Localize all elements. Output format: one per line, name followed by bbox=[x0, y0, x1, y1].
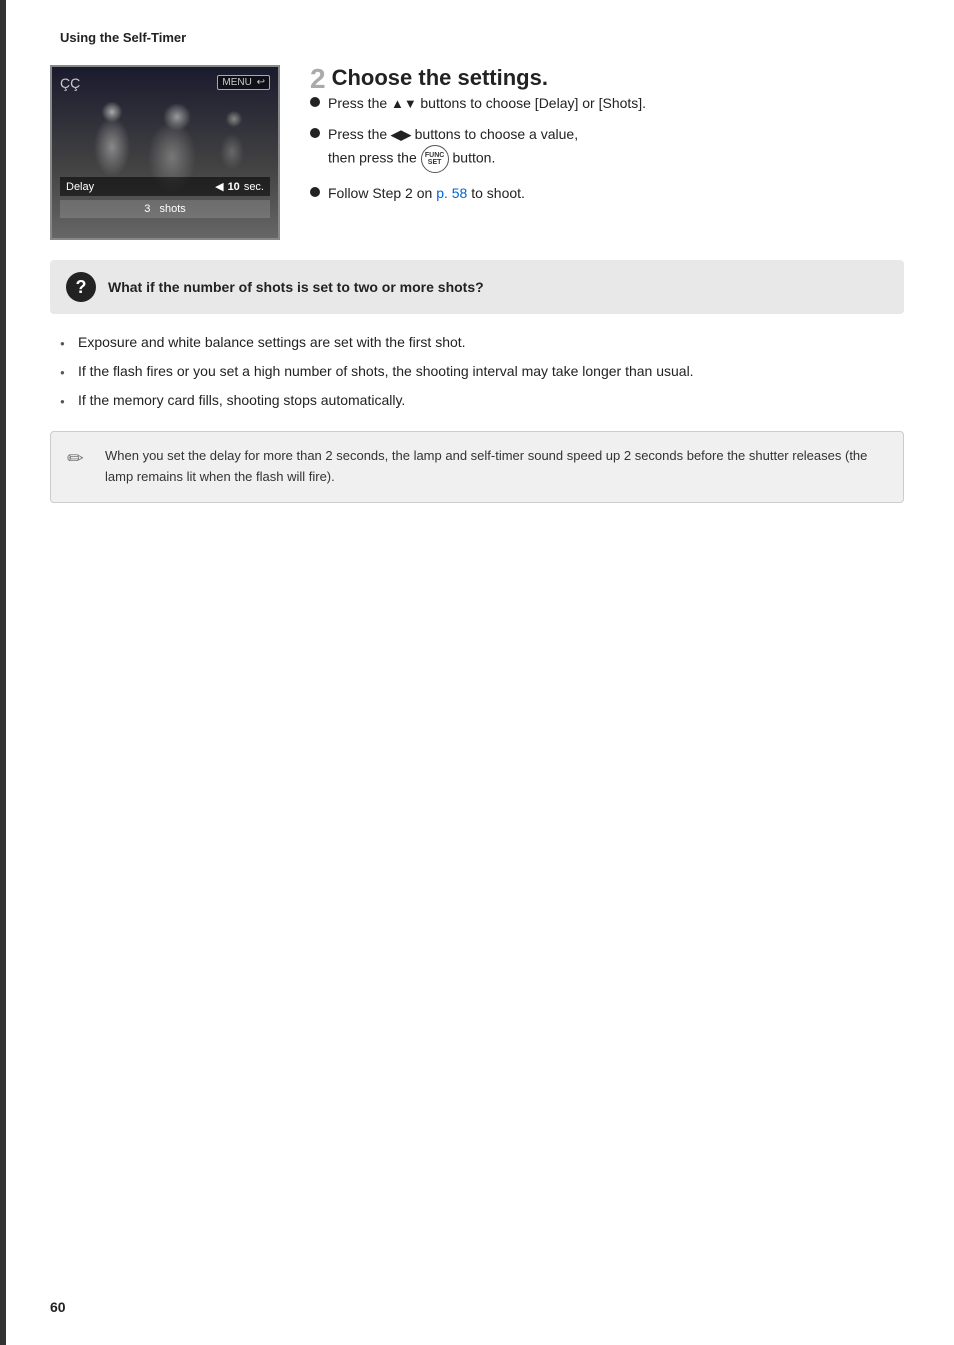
bullet1-text: Press the ▲▼ buttons to choose [Delay] o… bbox=[328, 93, 646, 114]
step-number: 2 bbox=[310, 65, 326, 93]
bullet-dot bbox=[310, 97, 320, 107]
note-box: ✏ When you set the delay for more than 2… bbox=[50, 431, 904, 503]
camera-delay-row: Delay ◀ 10 sec. bbox=[60, 177, 270, 196]
updown-arrow-icon: ▲▼ bbox=[391, 96, 420, 111]
list-item: Press the ◀▶ buttons to choose a value, … bbox=[310, 124, 904, 173]
camera-shots-label: shots bbox=[160, 203, 186, 215]
page: Using the Self-Timer ÇÇ MENU ↩ Delay ◀ 1… bbox=[0, 0, 954, 1345]
note-text: When you set the delay for more than 2 s… bbox=[105, 446, 887, 488]
camera-icon-cc: ÇÇ bbox=[60, 75, 80, 91]
func-set-button-icon: FUNCSET bbox=[421, 145, 449, 173]
step-heading-area: 2 Choose the settings. bbox=[310, 65, 904, 93]
info-bullet-text: If the flash fires or you set a high num… bbox=[78, 361, 694, 382]
bullet3-text: Follow Step 2 on p. 58 to shoot. bbox=[328, 183, 525, 204]
step-bullet-list: Press the ▲▼ buttons to choose [Delay] o… bbox=[310, 93, 904, 204]
pencil-icon: ✏ bbox=[67, 446, 91, 471]
camera-delay-unit: sec. bbox=[244, 181, 264, 193]
camera-delay-value: 10 bbox=[228, 181, 240, 193]
list-item: ● If the flash fires or you set a high n… bbox=[50, 361, 904, 382]
bullet3-suffix: to shoot. bbox=[471, 185, 525, 201]
delay-label: Delay bbox=[66, 181, 94, 193]
step-content: 2 Choose the settings. Press the ▲▼ butt… bbox=[310, 65, 904, 214]
camera-left-arrow: ◀ bbox=[215, 180, 223, 193]
camera-shots-row: 3 shots bbox=[60, 200, 270, 218]
bullet2-suffix: button. bbox=[453, 150, 496, 166]
list-item: ● If the memory card fills, shooting sto… bbox=[50, 390, 904, 411]
info-bullets-list: ● Exposure and white balance settings ar… bbox=[50, 332, 904, 411]
page-number: 60 bbox=[50, 1299, 66, 1315]
bullet-dot-icon: ● bbox=[60, 396, 68, 408]
camera-top-icons: ÇÇ bbox=[60, 75, 80, 91]
bullet2-prefix: Press the bbox=[328, 126, 387, 142]
bullet-dot-icon: ● bbox=[60, 367, 68, 379]
bullet1-suffix: buttons to choose [Delay] or [Shots]. bbox=[420, 95, 646, 111]
list-item: Follow Step 2 on p. 58 to shoot. bbox=[310, 183, 904, 204]
bullet-dot-icon: ● bbox=[60, 338, 68, 350]
bullet-dot bbox=[310, 187, 320, 197]
bullet2-text: Press the ◀▶ buttons to choose a value, … bbox=[328, 124, 578, 173]
qa-box: ? What if the number of shots is set to … bbox=[50, 260, 904, 314]
list-item: ● Exposure and white balance settings ar… bbox=[50, 332, 904, 353]
info-bullet-text: If the memory card fills, shooting stops… bbox=[78, 390, 405, 411]
section-header: Using the Self-Timer bbox=[50, 30, 904, 45]
page-link[interactable]: p. 58 bbox=[436, 185, 467, 201]
info-bullet-text: Exposure and white balance settings are … bbox=[78, 332, 466, 353]
bullet1-prefix: Press the bbox=[328, 95, 387, 111]
step-title: Choose the settings. bbox=[332, 63, 548, 90]
question-icon: ? bbox=[66, 272, 96, 302]
camera-menu-button: MENU ↩ bbox=[217, 75, 270, 90]
qa-question-text: What if the number of shots is set to tw… bbox=[108, 279, 484, 295]
leftright-arrow-icon: ◀▶ bbox=[391, 127, 415, 142]
func-set-label: FUNCSET bbox=[425, 152, 444, 166]
list-item: Press the ▲▼ buttons to choose [Delay] o… bbox=[310, 93, 904, 114]
bullet-dot bbox=[310, 128, 320, 138]
camera-screen-image: ÇÇ MENU ↩ Delay ◀ 10 sec. 3 shots bbox=[50, 65, 280, 240]
camera-shots-value: 3 bbox=[144, 203, 150, 215]
bullet3-prefix: Follow Step 2 on bbox=[328, 185, 432, 201]
main-content: ÇÇ MENU ↩ Delay ◀ 10 sec. 3 shots bbox=[50, 65, 904, 240]
